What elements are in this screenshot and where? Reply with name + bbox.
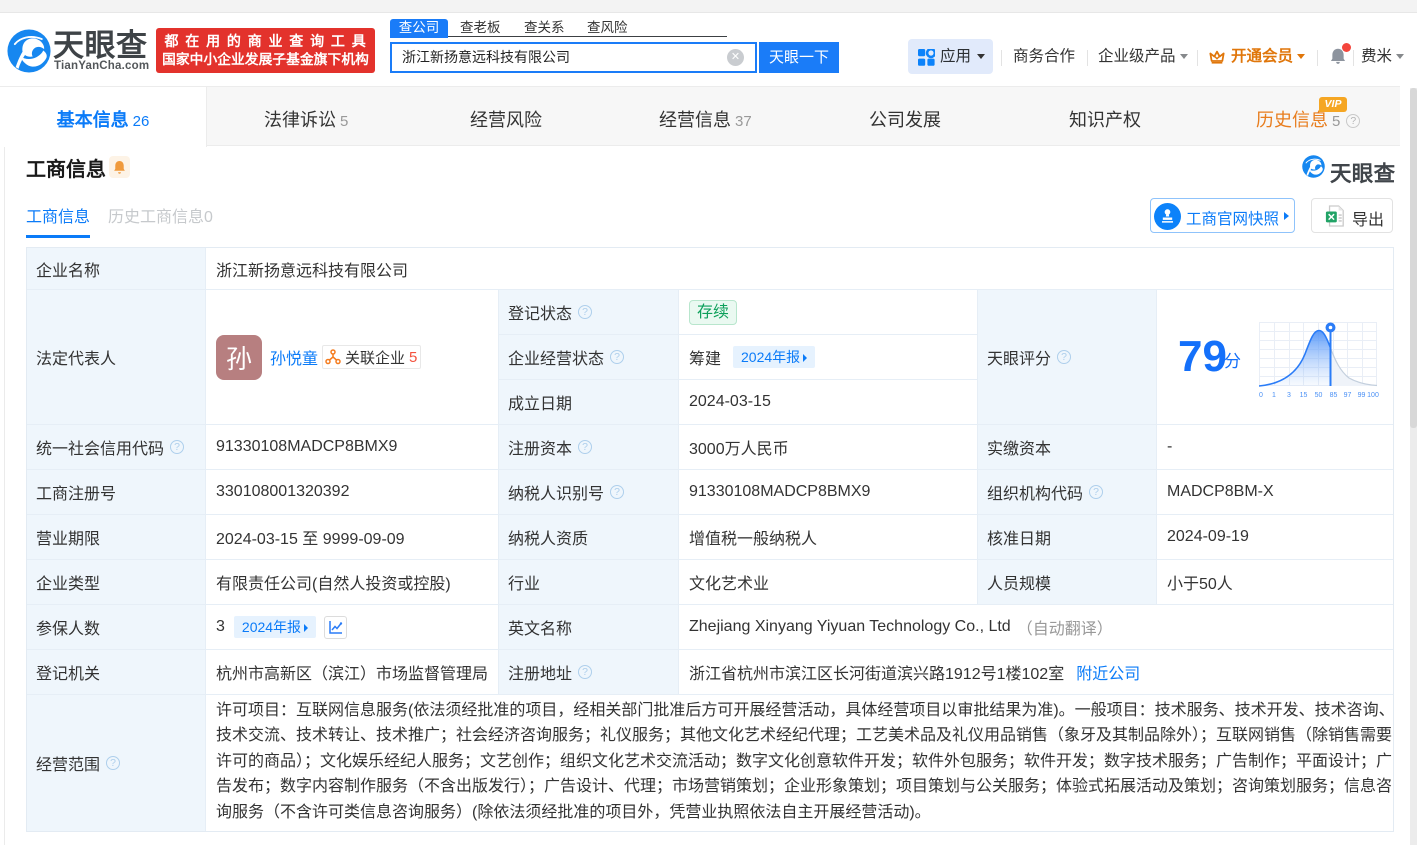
svg-text:100: 100 [1367, 392, 1379, 399]
svg-text:3: 3 [1287, 392, 1291, 399]
svg-text:99: 99 [1358, 392, 1366, 399]
svg-text:1: 1 [1272, 392, 1276, 399]
svg-text:85: 85 [1330, 392, 1338, 399]
svg-text:15: 15 [1300, 392, 1308, 399]
svg-text:97: 97 [1344, 392, 1352, 399]
svg-text:0: 0 [1259, 392, 1263, 399]
svg-text:50: 50 [1315, 392, 1323, 399]
